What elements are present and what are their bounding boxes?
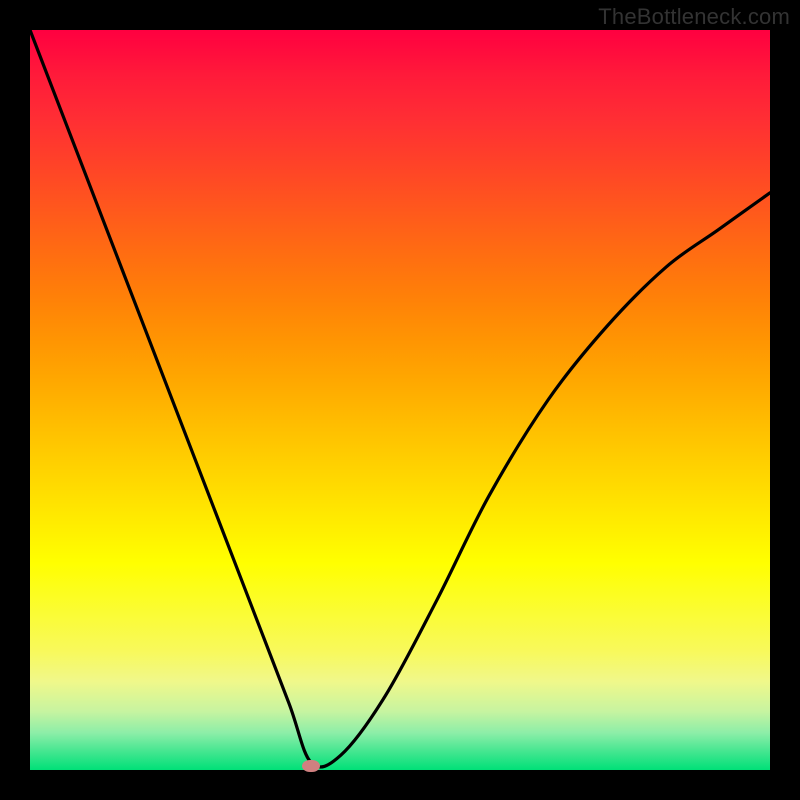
chart-frame: TheBottleneck.com bbox=[0, 0, 800, 800]
curve-svg bbox=[30, 30, 770, 770]
plot-area bbox=[30, 30, 770, 770]
bottleneck-curve-line bbox=[30, 30, 770, 767]
watermark-text: TheBottleneck.com bbox=[598, 4, 790, 30]
minimum-marker bbox=[302, 760, 320, 772]
